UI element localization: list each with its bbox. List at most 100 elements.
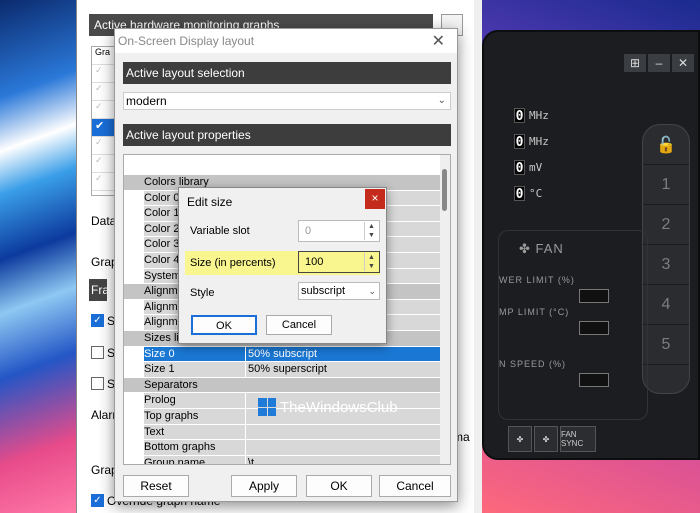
override-graph-name-checkbox[interactable]: ✓ (91, 494, 104, 507)
active-layout-properties-header: Active layout properties (123, 124, 451, 146)
profile-3[interactable]: 3 (643, 245, 689, 285)
size-value: 100 (305, 256, 324, 268)
fan-sync-button[interactable]: FAN SYNC (560, 426, 596, 452)
list-item[interactable]: ✓ (92, 83, 116, 101)
lock-icon[interactable]: 🔓 (643, 125, 689, 165)
property-name: Group name (144, 455, 245, 464)
ok-button[interactable]: OK (306, 475, 372, 497)
profile-2[interactable]: 2 (643, 205, 689, 245)
layout-select-value: modern (126, 94, 167, 108)
power-limit-label: WER LIMIT (%) (499, 275, 575, 285)
voltage-readout: 0 mV (514, 160, 543, 176)
fan-label-text: FAN (535, 241, 564, 256)
list-item[interactable]: ✓ (92, 101, 116, 119)
list-item[interactable]: ✓ (92, 137, 116, 155)
show-checkbox-1[interactable]: ✓ (91, 314, 104, 327)
list-item[interactable]: ✔ (92, 119, 116, 137)
property-name: Text (144, 424, 245, 441)
temperature-readout: 0 °C (514, 186, 543, 202)
watermark: TheWindowsClub (258, 398, 398, 416)
chevron-down-icon: ⌄ (437, 95, 446, 106)
ok-button[interactable]: OK (191, 315, 257, 335)
fan-icon: ✤ (519, 241, 531, 256)
property-name: Top graphs (144, 409, 245, 425)
fan-2-button[interactable]: ✤ (534, 426, 558, 452)
property-name: Bottom graphs (144, 440, 245, 456)
fan-panel: ✤ FAN WER LIMIT (%) MP LIMIT (°C) N SPEE… (498, 230, 648, 420)
property-row[interactable]: Text (124, 424, 442, 441)
property-row[interactable]: Size 0 50% subscript (124, 346, 442, 363)
property-value (245, 440, 442, 456)
readout-value: 0 (514, 186, 525, 202)
style-label: Style (190, 287, 215, 299)
variable-slot-spinner[interactable]: 0 ▲ ▼ (298, 220, 380, 242)
windows-logo-icon (258, 398, 276, 416)
windows-icon[interactable]: ⊞ (624, 54, 646, 72)
minimize-icon[interactable]: – (648, 54, 670, 72)
list-item[interactable]: ✓ (92, 173, 116, 191)
property-value (245, 424, 442, 441)
property-category[interactable]: −Separators (124, 377, 442, 394)
frame-bar: Fra (89, 279, 109, 301)
cancel-button[interactable]: Cancel (379, 475, 451, 497)
property-value: \t (245, 455, 442, 464)
readout-unit: °C (529, 187, 543, 200)
variable-slot-value: 0 (305, 225, 312, 237)
readout-value: 0 (514, 134, 525, 150)
osd-title: On-Screen Display layout (118, 34, 255, 48)
show-checkbox-2[interactable] (91, 346, 104, 359)
profile-panel: 🔓 1 2 3 4 5 (642, 124, 690, 394)
layout-select[interactable]: modern ⌄ (123, 92, 451, 110)
spinner-arrows-icon[interactable]: ▲ ▼ (364, 222, 378, 240)
fan-label: ✤ FAN (519, 241, 564, 257)
property-name: Size 1 (144, 362, 245, 378)
fan-controls: ✤ ✤ FAN SYNC (508, 426, 596, 452)
chevron-down-icon: ⌄ (368, 286, 376, 296)
property-row[interactable]: Bottom graphs (124, 440, 442, 456)
readout-unit: MHz (529, 109, 549, 122)
profile-1[interactable]: 1 (643, 165, 689, 205)
readout-value: 0 (514, 160, 525, 176)
edit-size-dialog: Edit size × Variable slot 0 ▲ ▼ Size (in … (178, 187, 387, 344)
temp-limit-input[interactable] (579, 321, 609, 335)
reset-button[interactable]: Reset (123, 475, 189, 497)
style-value: subscript (301, 285, 346, 297)
property-row[interactable]: Group name \t (124, 455, 442, 464)
list-header: Gra (92, 47, 116, 65)
fan-speed-input[interactable] (579, 373, 609, 387)
profile-4[interactable]: 4 (643, 285, 689, 325)
property-name: Size 0 (144, 346, 245, 363)
property-row-blank (124, 155, 442, 171)
grid-scrollbar[interactable] (440, 155, 450, 464)
apply-button[interactable]: Apply (231, 475, 297, 497)
afterburner-titlebar: ⊞ – ✕ (624, 54, 694, 72)
scroll-thumb[interactable] (442, 169, 447, 211)
core-clock-readout: 0 MHz (514, 108, 549, 124)
temp-limit-label: MP LIMIT (°C) (499, 307, 570, 317)
desktop-wallpaper-left (0, 0, 80, 513)
properties-scrollbar[interactable] (474, 0, 482, 513)
variable-slot-label: Variable slot (190, 225, 250, 237)
close-icon[interactable]: ✕ (432, 31, 445, 51)
size-spinner[interactable]: 100 ▲ ▼ (298, 251, 380, 273)
spinner-arrows-icon[interactable]: ▲ ▼ (364, 253, 378, 271)
list-item[interactable]: ✓ (92, 65, 116, 83)
profile-5[interactable]: 5 (643, 325, 689, 365)
close-button[interactable]: × (365, 189, 385, 209)
watermark-text: TheWindowsClub (280, 398, 398, 416)
active-layout-selection-header: Active layout selection (123, 62, 451, 84)
data-label: Data (91, 214, 117, 228)
list-item[interactable]: ✓ (92, 155, 116, 173)
property-row[interactable]: Size 1 50% superscript (124, 362, 442, 378)
close-icon[interactable]: ✕ (672, 54, 694, 72)
readout-value: 0 (514, 108, 525, 124)
cancel-button[interactable]: Cancel (266, 315, 332, 335)
show-checkbox-3[interactable] (91, 377, 104, 390)
property-name: Prolog (144, 393, 245, 409)
readout-unit: mV (529, 161, 543, 174)
fan-1-button[interactable]: ✤ (508, 426, 532, 452)
power-limit-input[interactable] (579, 289, 609, 303)
memory-clock-readout: 0 MHz (514, 134, 549, 150)
property-value: 50% subscript (245, 346, 442, 363)
style-select[interactable]: subscript ⌄ (298, 282, 380, 300)
